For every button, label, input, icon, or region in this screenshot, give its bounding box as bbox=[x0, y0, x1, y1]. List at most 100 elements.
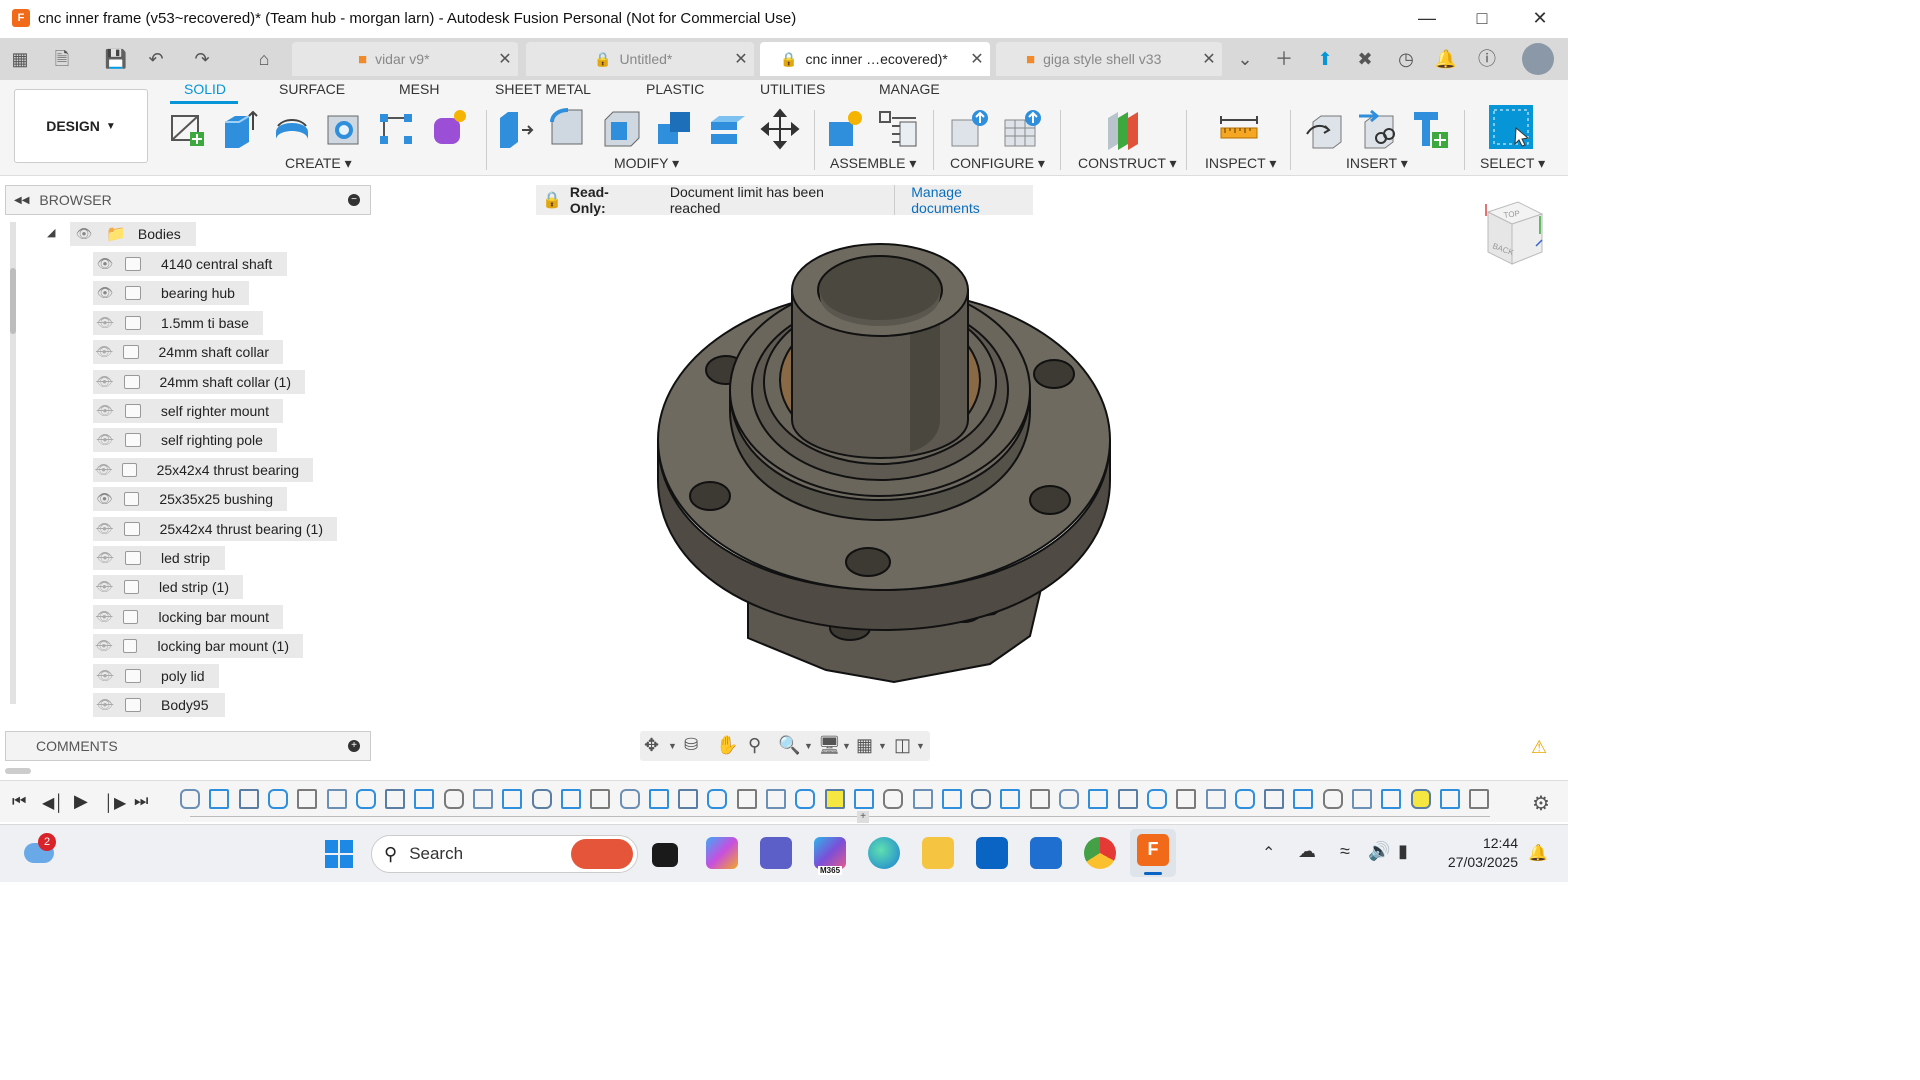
timeline-feature-icon[interactable] bbox=[326, 789, 347, 809]
file-explorer-icon[interactable] bbox=[922, 837, 954, 869]
expand-triangle-icon[interactable]: ◢ bbox=[47, 226, 55, 239]
caret-down-icon[interactable]: ▼ bbox=[668, 741, 677, 751]
fillet-icon[interactable] bbox=[548, 108, 588, 150]
extensions-icon[interactable]: ✖ bbox=[1353, 48, 1377, 70]
minimize-panel-icon[interactable]: − bbox=[348, 194, 360, 206]
timeline-feature-icon[interactable] bbox=[1322, 789, 1343, 809]
body-row[interactable]: 👁 locking bar mount bbox=[93, 604, 283, 629]
timeline-feature-icon[interactable] bbox=[531, 789, 552, 809]
timeline-feature-icon[interactable] bbox=[1088, 789, 1109, 809]
timeline-feature-icon[interactable] bbox=[736, 789, 757, 809]
timeline-marker-icon[interactable]: + bbox=[857, 811, 869, 823]
timeline-feature-icon[interactable] bbox=[795, 789, 816, 809]
select-icon[interactable] bbox=[1488, 104, 1534, 152]
extrude-icon[interactable] bbox=[219, 108, 259, 150]
store-icon[interactable] bbox=[1030, 837, 1062, 869]
body-row[interactable]: 👁 Body95 bbox=[93, 693, 225, 717]
task-view-icon[interactable] bbox=[652, 843, 678, 867]
create-group-label[interactable]: CREATE ▾ bbox=[285, 155, 352, 172]
step-back-icon[interactable]: ◀│ bbox=[42, 793, 64, 813]
visibility-eye-icon[interactable]: 👁 bbox=[93, 256, 117, 272]
close-tab-icon[interactable]: ✕ bbox=[728, 49, 754, 69]
timeline-feature-icon[interactable] bbox=[853, 789, 874, 809]
undo-icon[interactable]: ↶ bbox=[144, 48, 168, 70]
copilot-icon[interactable] bbox=[706, 837, 738, 869]
windows-start-icon[interactable] bbox=[324, 839, 354, 869]
assemble-group-label[interactable]: ASSEMBLE ▾ bbox=[830, 155, 916, 172]
timeline-feature-icon[interactable] bbox=[1264, 789, 1285, 809]
inspect-group-label[interactable]: INSPECT ▾ bbox=[1205, 155, 1276, 172]
timeline-feature-icon[interactable] bbox=[473, 789, 493, 809]
body-row[interactable]: 👁 led strip (1) bbox=[93, 575, 243, 600]
edge-icon[interactable] bbox=[868, 837, 900, 869]
notification-center-icon[interactable]: 🔔 bbox=[1528, 843, 1548, 863]
timeline-feature-icon[interactable] bbox=[209, 789, 230, 809]
new-component-icon[interactable] bbox=[825, 108, 865, 150]
wifi-icon[interactable]: ≈ bbox=[1340, 841, 1350, 862]
body-row[interactable]: 👁 locking bar mount (1) bbox=[93, 634, 303, 659]
tab-vidar[interactable]: ■ vidar v9* ✕ bbox=[292, 42, 518, 76]
caret-down-icon[interactable]: ▼ bbox=[878, 741, 887, 751]
zoom-window-icon[interactable]: 🔍 bbox=[778, 735, 800, 756]
browser-scrollbar-track[interactable] bbox=[10, 222, 16, 704]
press-pull-icon[interactable] bbox=[496, 108, 536, 150]
visibility-eye-icon[interactable]: 👁 bbox=[70, 226, 98, 242]
offset-face-icon[interactable] bbox=[707, 108, 747, 150]
caret-down-icon[interactable]: ▼ bbox=[916, 741, 925, 751]
timeline-feature-icon[interactable] bbox=[678, 789, 699, 809]
tab-untitled[interactable]: 🔒 Untitled* ✕ bbox=[526, 42, 754, 76]
form-icon[interactable] bbox=[428, 108, 468, 150]
measure-icon[interactable] bbox=[1219, 108, 1259, 150]
visibility-eye-icon[interactable]: 👁 bbox=[93, 491, 116, 507]
hidden-eye-icon[interactable]: 👁 bbox=[93, 579, 116, 595]
grid-menu-icon[interactable]: ▦ bbox=[8, 48, 32, 70]
timeline-feature-icon[interactable] bbox=[414, 789, 435, 809]
volume-icon[interactable]: 🔊 bbox=[1368, 841, 1390, 862]
teams-icon[interactable] bbox=[760, 837, 792, 869]
hidden-eye-icon[interactable]: 👁 bbox=[93, 432, 117, 448]
timeline-feature-icon[interactable] bbox=[619, 789, 640, 809]
configure-group-label[interactable]: CONFIGURE ▾ bbox=[950, 155, 1045, 172]
tab-solid[interactable]: SOLID bbox=[184, 81, 226, 97]
timeline-settings-icon[interactable]: ⚙ bbox=[1532, 791, 1550, 816]
configure-table-icon[interactable] bbox=[950, 108, 990, 150]
expand-panel-icon[interactable]: + bbox=[348, 740, 360, 752]
timeline-feature-icon[interactable] bbox=[1469, 789, 1490, 809]
onedrive-icon[interactable]: ☁ bbox=[1298, 841, 1316, 862]
hidden-eye-icon[interactable]: 👁 bbox=[93, 315, 117, 331]
timeline-feature-icon[interactable] bbox=[1059, 789, 1079, 809]
body-row[interactable]: 👁 24mm shaft collar bbox=[93, 340, 283, 365]
timeline-feature-icon[interactable] bbox=[560, 789, 581, 809]
insert-derive-icon[interactable] bbox=[1305, 108, 1345, 150]
timeline-feature-icon[interactable] bbox=[824, 789, 845, 809]
move-copy-icon[interactable] bbox=[760, 108, 800, 150]
workspace-switcher-button[interactable]: DESIGN ▼ bbox=[14, 89, 148, 163]
tab-mesh[interactable]: MESH bbox=[399, 81, 439, 97]
body-row[interactable]: 👁 led strip bbox=[93, 546, 225, 570]
viewcube[interactable]: TOP BACK bbox=[1478, 194, 1548, 274]
bodies-folder[interactable]: 👁 📁 Bodies bbox=[70, 222, 196, 246]
timeline-feature-icon[interactable] bbox=[1205, 789, 1226, 809]
show-hidden-icons-icon[interactable]: ⌃ bbox=[1262, 843, 1275, 863]
timeline-feature-icon[interactable] bbox=[1029, 789, 1050, 809]
timeline-feature-icon[interactable] bbox=[766, 789, 786, 809]
hidden-eye-icon[interactable]: 👁 bbox=[93, 697, 117, 713]
insert-mcmaster-icon[interactable] bbox=[1410, 108, 1450, 150]
combine-icon[interactable] bbox=[654, 108, 694, 150]
timeline-feature-icon[interactable] bbox=[590, 789, 611, 809]
tab-manage[interactable]: MANAGE bbox=[879, 81, 940, 97]
go-to-end-icon[interactable]: ⏭ bbox=[134, 793, 148, 811]
visibility-eye-icon[interactable]: 👁 bbox=[93, 285, 117, 301]
modify-group-label[interactable]: MODIFY ▾ bbox=[614, 155, 679, 172]
revolve-icon[interactable] bbox=[272, 108, 312, 150]
zoom-icon[interactable]: ⚲ bbox=[748, 735, 761, 756]
home-icon[interactable]: ⌂ bbox=[252, 48, 276, 70]
insert-mesh-link-icon[interactable] bbox=[1357, 108, 1397, 150]
battery-icon[interactable]: ▮ bbox=[1398, 841, 1408, 862]
warning-icon[interactable]: ⚠ bbox=[1531, 737, 1547, 758]
look-at-icon[interactable]: ⛁ bbox=[684, 735, 698, 755]
timeline-feature-icon[interactable] bbox=[355, 789, 376, 809]
close-tab-icon[interactable]: ✕ bbox=[964, 49, 990, 69]
timeline-feature-icon[interactable] bbox=[180, 789, 200, 809]
body-row[interactable]: 👁 bearing hub bbox=[93, 281, 249, 306]
